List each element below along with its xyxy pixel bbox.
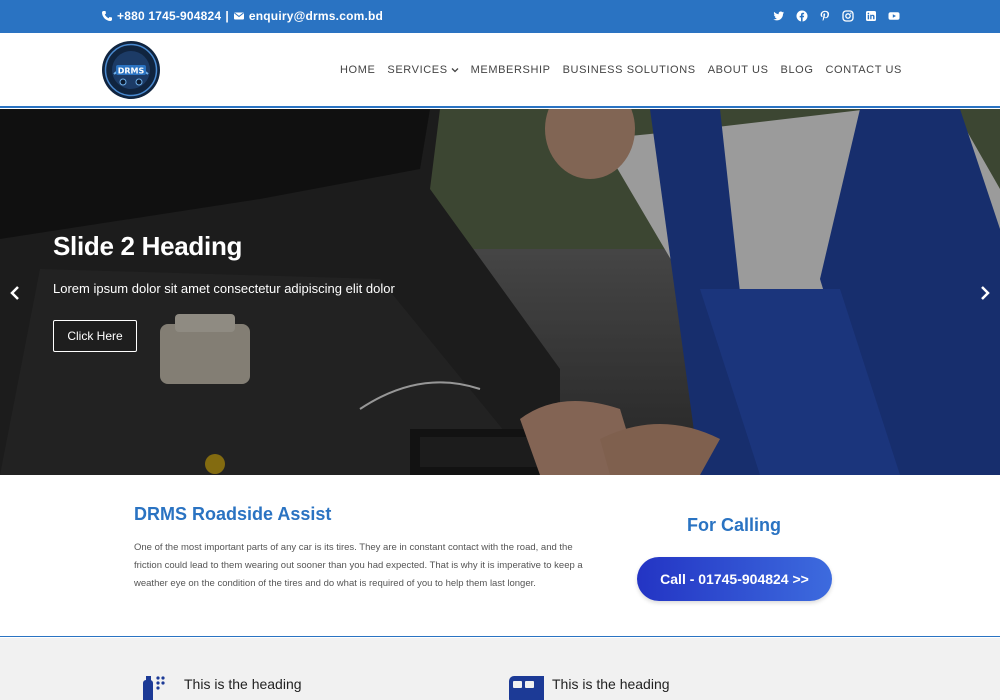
feature-item: This is the heading <box>508 674 670 700</box>
nav-contact-us-label: CONTACT US <box>825 64 902 76</box>
nav-services[interactable]: SERVICES <box>387 64 459 76</box>
nav-membership[interactable]: MEMBERSHIP <box>471 64 551 76</box>
slide-heading: Slide 2 Heading <box>53 231 243 261</box>
call-title: For Calling <box>687 515 781 535</box>
facebook-icon[interactable] <box>796 10 808 22</box>
youtube-icon[interactable] <box>888 10 900 22</box>
nav-blog-label: BLOG <box>780 64 814 76</box>
social-links <box>773 10 900 22</box>
slide-subtext: Lorem ipsum dolor sit amet consectetur a… <box>53 281 395 296</box>
hero-slider: Slide 2 Heading Lorem ipsum dolor sit am… <box>0 109 1000 475</box>
instagram-icon[interactable] <box>842 10 854 22</box>
nav-home[interactable]: HOME <box>340 64 375 76</box>
features-section: This is the heading This is the heading <box>0 638 1000 700</box>
twitter-icon[interactable] <box>773 10 785 22</box>
envelope-icon <box>233 10 245 22</box>
feature-heading: This is the heading <box>552 676 670 692</box>
spray-icon <box>143 676 165 700</box>
logo-wordmark: DRMS <box>118 67 145 76</box>
slider-prev-arrow-icon[interactable] <box>8 284 22 302</box>
main-navigation: HOME SERVICES MEMBERSHIP BUSINESS SOLUTI… <box>340 64 902 76</box>
contact-separator: | <box>225 9 229 23</box>
nav-services-label: SERVICES <box>387 64 448 76</box>
pinterest-icon[interactable] <box>819 10 831 22</box>
slide-cta-button[interactable]: Click Here <box>53 320 137 352</box>
phone-icon <box>101 10 113 22</box>
feature-heading: This is the heading <box>184 676 302 692</box>
email-address[interactable]: enquiry@drms.com.bd <box>249 9 383 23</box>
nav-business-solutions-label: BUSINESS SOLUTIONS <box>562 64 696 76</box>
section-title: DRMS Roadside Assist <box>134 504 332 524</box>
feature-item: This is the heading <box>140 674 302 700</box>
phone-number[interactable]: +880 1745-904824 <box>117 9 221 23</box>
nav-blog[interactable]: BLOG <box>781 64 814 76</box>
linkedin-icon[interactable] <box>865 10 877 22</box>
roadside-assist-section: DRMS Roadside Assist One of the most imp… <box>0 475 1000 637</box>
site-header: DRMS HOME SERVICES MEMBERSHIP BUSINESS S… <box>0 33 1000 108</box>
slider-next-arrow-icon[interactable] <box>978 284 992 302</box>
nav-about-us[interactable]: ABOUT US <box>708 64 769 76</box>
nav-membership-label: MEMBERSHIP <box>470 64 551 76</box>
section-paragraph: One of the most important parts of any c… <box>134 542 583 589</box>
nav-business-solutions[interactable]: BUSINESS SOLUTIONS <box>563 64 696 76</box>
call-button[interactable]: Call - 01745-904824 >> <box>637 557 832 601</box>
bus-icon <box>509 676 544 700</box>
contact-info: +880 1745-904824 | enquiry@drms.com.bd <box>101 9 383 23</box>
nav-about-us-label: ABOUT US <box>707 64 769 76</box>
top-contact-bar: +880 1745-904824 | enquiry@drms.com.bd <box>0 0 1000 33</box>
nav-contact-us[interactable]: CONTACT US <box>826 64 903 76</box>
chevron-down-icon <box>451 68 459 73</box>
nav-home-label: HOME <box>340 64 376 76</box>
site-logo[interactable]: DRMS <box>101 38 161 102</box>
